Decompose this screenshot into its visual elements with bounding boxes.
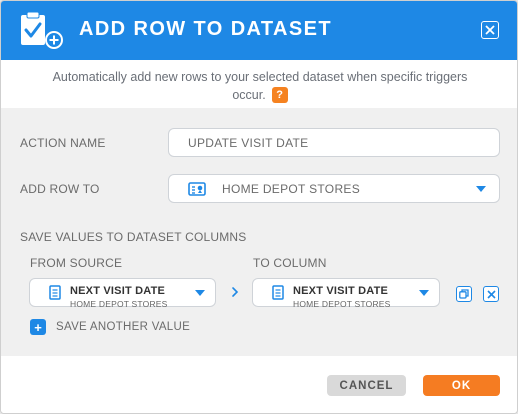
target-dataset-name: HOME DEPOT STORES <box>293 299 391 309</box>
clipboard-add-icon <box>21 11 63 49</box>
chevron-right-icon <box>232 287 239 297</box>
document-icon <box>272 285 284 300</box>
dataset-select[interactable]: HOME DEPOT STORES <box>168 174 500 203</box>
save-another-value-label: SAVE ANOTHER VALUE <box>56 321 191 333</box>
dataset-icon <box>188 182 206 196</box>
close-icon <box>486 289 496 299</box>
action-name-value: UPDATE VISIT DATE <box>188 136 309 150</box>
document-icon <box>49 285 61 300</box>
remove-row-button[interactable] <box>483 286 499 302</box>
cancel-button[interactable]: CANCEL <box>327 375 406 396</box>
close-button[interactable] <box>481 21 499 39</box>
description-line-1: Automatically add new rows to your selec… <box>52 70 468 84</box>
source-column-name: NEXT VISIT DATE <box>70 285 166 297</box>
add-row-to-label: ADD ROW TO <box>20 182 100 196</box>
target-column-name: NEXT VISIT DATE <box>293 285 389 297</box>
save-another-value-button[interactable]: + SAVE ANOTHER VALUE <box>30 319 190 335</box>
add-row-dialog: ADD ROW TO DATASET Automatically add new… <box>0 0 518 414</box>
save-values-heading: SAVE VALUES TO DATASET COLUMNS <box>20 230 247 244</box>
to-column-label: TO COLUMN <box>253 256 327 270</box>
dialog-footer: CANCEL OK <box>1 356 517 413</box>
dialog-description: Automatically add new rows to your selec… <box>1 60 517 108</box>
description-line-2: occur. <box>232 88 266 102</box>
plus-icon: + <box>30 319 46 335</box>
target-column-select[interactable]: NEXT VISIT DATE HOME DEPOT STORES <box>252 278 440 309</box>
chevron-down-icon <box>476 186 486 192</box>
ok-button[interactable]: OK <box>423 375 500 396</box>
source-column-select[interactable]: NEXT VISIT DATE HOME DEPOT STORES <box>29 278 216 309</box>
action-name-input[interactable]: UPDATE VISIT DATE <box>168 128 500 157</box>
chevron-down-icon <box>195 290 205 296</box>
dialog-title: ADD ROW TO DATASET <box>79 18 332 40</box>
from-source-label: FROM SOURCE <box>30 256 123 270</box>
action-name-label: ACTION NAME <box>20 136 106 150</box>
dialog-header: ADD ROW TO DATASET <box>1 1 517 60</box>
chevron-down-icon <box>419 290 429 296</box>
source-dataset-name: HOME DEPOT STORES <box>70 299 168 309</box>
duplicate-row-button[interactable] <box>456 286 472 302</box>
close-icon <box>485 25 495 35</box>
dataset-select-value: HOME DEPOT STORES <box>222 182 361 196</box>
help-icon[interactable]: ? <box>271 87 288 103</box>
copy-icon <box>459 289 469 299</box>
